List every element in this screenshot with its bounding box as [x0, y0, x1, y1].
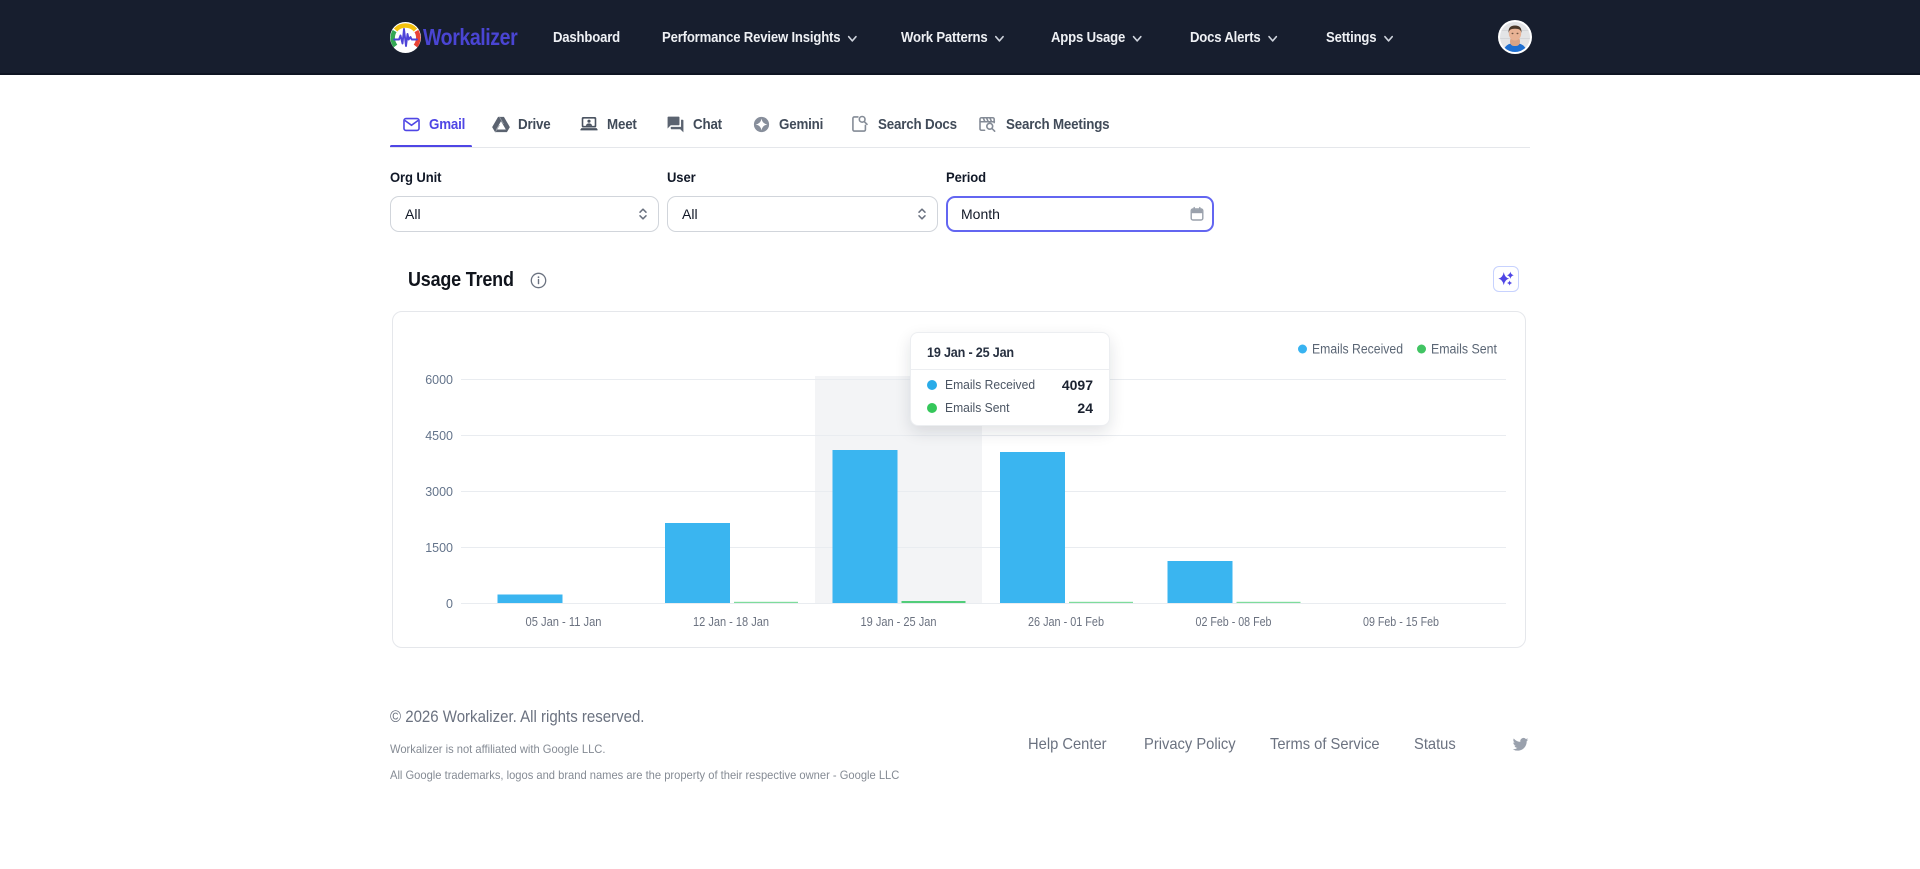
- svg-text:19 Jan - 25 Jan: 19 Jan - 25 Jan: [861, 615, 937, 629]
- svg-text:05 Jan - 11 Jan: 05 Jan - 11 Jan: [526, 615, 602, 629]
- svg-text:Emails Received: Emails Received: [1312, 342, 1403, 357]
- svg-text:Emails Sent: Emails Sent: [1431, 342, 1497, 357]
- svg-text:02 Feb - 08 Feb: 02 Feb - 08 Feb: [1196, 615, 1272, 629]
- svg-text:0: 0: [446, 597, 453, 611]
- svg-text:3000: 3000: [425, 485, 453, 499]
- svg-text:6000: 6000: [425, 373, 453, 387]
- svg-text:4500: 4500: [425, 429, 453, 443]
- svg-text:26 Jan - 01 Feb: 26 Jan - 01 Feb: [1028, 615, 1104, 629]
- svg-text:1500: 1500: [425, 541, 453, 555]
- svg-text:12 Jan - 18 Jan: 12 Jan - 18 Jan: [693, 615, 769, 629]
- svg-text:09 Feb - 15 Feb: 09 Feb - 15 Feb: [1363, 615, 1439, 629]
